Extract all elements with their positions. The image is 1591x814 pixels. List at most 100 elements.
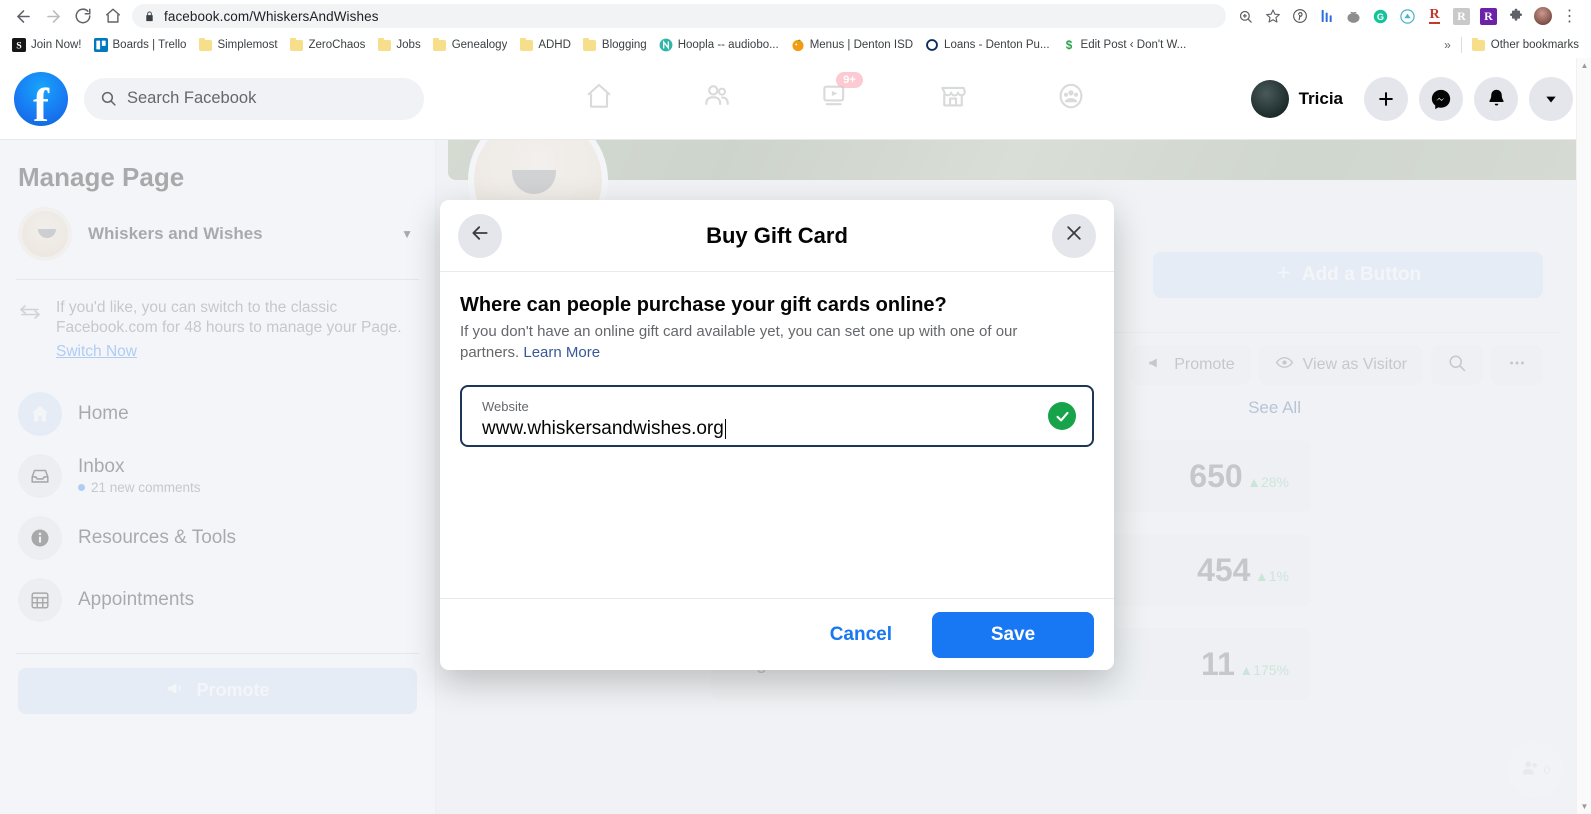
svg-text:$: $	[1065, 39, 1072, 52]
main-nav-tabs: 9+	[424, 58, 1247, 139]
bookmark-item[interactable]: Jobs	[371, 36, 426, 54]
search-input[interactable]: Search Facebook	[84, 77, 424, 120]
bookmark-item[interactable]: Hoopla -- audiobo...	[653, 36, 785, 54]
swap-arrows-icon	[18, 298, 42, 361]
facebook-logo-letter: f	[33, 79, 49, 126]
scroll-down-arrow-icon[interactable]: ▼	[1577, 799, 1591, 814]
reload-icon[interactable]	[68, 1, 98, 31]
website-field[interactable]: Website www.whiskersandwishes.org	[460, 385, 1094, 448]
folder-icon	[290, 37, 304, 52]
add-a-button-label: Add a Button	[1301, 264, 1422, 285]
bookmark-item[interactable]: S Join Now!	[6, 36, 88, 54]
home-tab[interactable]	[540, 58, 658, 139]
save-button[interactable]: Save	[932, 611, 1094, 658]
sidebar-item-home[interactable]: Home	[10, 383, 425, 445]
facebook-logo[interactable]: f	[14, 71, 68, 126]
stat-value: 11	[1201, 646, 1235, 682]
evernote-extension-icon[interactable]	[1394, 3, 1421, 30]
profile-button[interactable]: Tricia	[1247, 76, 1353, 122]
sidebar-item-inbox[interactable]: Inbox 21 new comments	[10, 445, 425, 507]
stat-delta: ▲1%	[1254, 568, 1289, 584]
folder-icon	[583, 37, 597, 52]
pinterest-extension-icon[interactable]	[1286, 3, 1313, 30]
eye-icon	[1275, 353, 1294, 377]
bookmark-label: Jobs	[396, 39, 421, 51]
sidebar-item-label: Resources & Tools	[78, 526, 237, 548]
bookmark-item[interactable]: Menus | Denton ISD	[785, 36, 919, 54]
chrome-menu-icon[interactable]: ⋮	[1556, 3, 1583, 30]
sidebar-item-label: Appointments	[78, 588, 195, 610]
watch-badge: 9+	[836, 72, 863, 89]
close-button[interactable]	[1052, 213, 1096, 258]
classic-switch-text: If you'd like, you can switch to the cla…	[56, 299, 402, 337]
page-selector[interactable]: Whiskers and Wishes ▼	[0, 193, 435, 275]
sidebar-item-appointments[interactable]: Appointments	[10, 569, 425, 631]
stat-value: 650	[1189, 458, 1243, 494]
switch-now-link[interactable]: Switch Now	[56, 343, 415, 361]
scroll-up-arrow-icon[interactable]: ▲	[1577, 58, 1591, 73]
bookmark-item[interactable]: Blogging	[577, 36, 653, 54]
forward-arrow-icon[interactable]	[38, 1, 68, 31]
search-placeholder: Search Facebook	[127, 89, 257, 107]
add-a-button-button[interactable]: Add a Button	[1153, 252, 1543, 298]
search-icon	[100, 90, 117, 107]
groups-tab[interactable]	[1012, 58, 1130, 139]
learn-more-link[interactable]: Learn More	[523, 344, 600, 361]
website-input[interactable]: www.whiskersandwishes.org	[482, 417, 724, 441]
inbox-badge-text: 21 new comments	[91, 480, 201, 496]
friends-tab[interactable]	[658, 58, 776, 139]
back-arrow-icon[interactable]	[8, 1, 38, 31]
view-as-visitor-button[interactable]: View as Visitor	[1258, 345, 1423, 385]
r-grey-extension-icon[interactable]: R	[1448, 3, 1475, 30]
close-icon	[1064, 223, 1084, 248]
address-bar[interactable]: facebook.com/WhiskersAndWishes	[132, 4, 1226, 28]
sidebar-item-label: Inbox	[78, 456, 125, 478]
chrome-profile-avatar[interactable]	[1529, 3, 1556, 30]
svg-text:S: S	[16, 41, 22, 52]
back-button[interactable]	[458, 213, 502, 258]
notifications-button[interactable]	[1474, 76, 1518, 121]
create-button[interactable]	[1364, 76, 1408, 121]
account-menu-button[interactable]	[1529, 76, 1573, 121]
dollar-icon: $	[1062, 38, 1076, 52]
tomato-timer-extension-icon[interactable]	[1340, 3, 1367, 30]
bookmark-item[interactable]: ADHD	[513, 36, 577, 54]
home-icon[interactable]	[98, 1, 128, 31]
friends-icon	[702, 81, 732, 116]
marketplace-tab[interactable]	[894, 58, 1012, 139]
grammarly-extension-icon[interactable]: G	[1367, 3, 1394, 30]
watch-tab[interactable]: 9+	[776, 58, 894, 139]
bookmark-item[interactable]: Simplemost	[192, 36, 283, 54]
promote-action-button[interactable]: Promote	[1131, 345, 1251, 385]
bookmark-item[interactable]: Genealogy	[427, 36, 514, 54]
chat-contacts-button[interactable]: 0	[1507, 742, 1563, 798]
extensions-puzzle-icon[interactable]	[1502, 3, 1529, 30]
svg-text:G: G	[1377, 12, 1384, 22]
grammar-stats-extension-icon[interactable]	[1313, 3, 1340, 30]
bookmark-item[interactable]: $ Edit Post ‹ Don't W...	[1056, 36, 1193, 54]
page-search-button[interactable]	[1431, 345, 1483, 385]
chat-count: 0	[1543, 763, 1551, 777]
bookmarks-bar: S Join Now! Boards | Trello Simplemost Z…	[0, 32, 1591, 58]
see-all-link[interactable]: See All	[1248, 398, 1301, 418]
cover-photo[interactable]	[448, 140, 1583, 180]
promote-button[interactable]: Promote	[18, 667, 417, 714]
page-more-button[interactable]	[1491, 345, 1543, 385]
bookmark-item[interactable]: Boards | Trello	[88, 36, 193, 54]
r-purple-extension-icon[interactable]: R	[1475, 3, 1502, 30]
bookmark-item[interactable]: Loans - Denton Pu...	[919, 36, 1055, 54]
other-bookmarks-button[interactable]: Other bookmarks	[1466, 36, 1585, 54]
bookmark-label: Edit Post ‹ Don't W...	[1080, 39, 1187, 51]
bookmark-label: ZeroChaos	[308, 39, 366, 51]
page-scrollbar[interactable]: ▲ ▼	[1576, 58, 1591, 814]
zoom-icon[interactable]	[1232, 3, 1259, 30]
sidebar-item-resources-tools[interactable]: Resources & Tools	[10, 507, 425, 569]
bookmark-item[interactable]: ZeroChaos	[284, 36, 372, 54]
browser-toolbar: facebook.com/WhiskersAndWishes G R R R ⋮	[0, 0, 1591, 32]
cancel-button[interactable]: Cancel	[804, 614, 918, 656]
page-title: Manage Page	[18, 162, 185, 192]
bookmark-star-icon[interactable]	[1259, 3, 1286, 30]
r-red-extension-icon[interactable]: R	[1421, 3, 1448, 30]
bookmarks-overflow-button[interactable]: »	[1438, 38, 1457, 52]
messenger-button[interactable]	[1419, 76, 1463, 121]
